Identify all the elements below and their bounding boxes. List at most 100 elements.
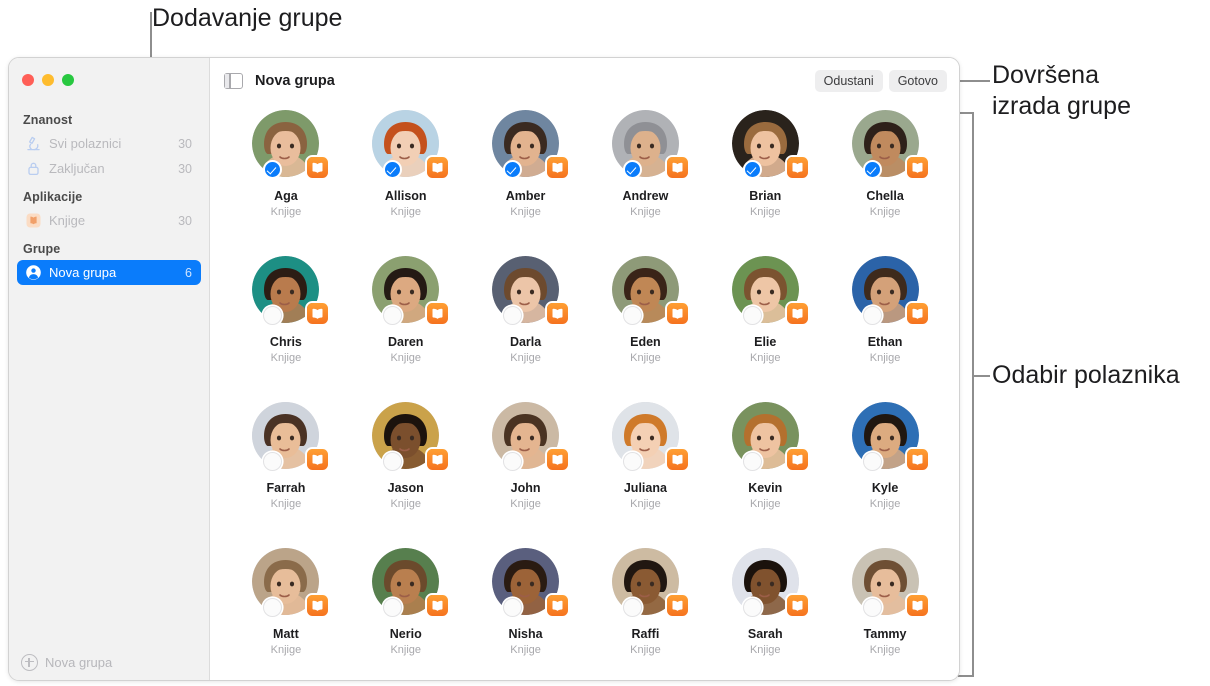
student-name: Sarah — [747, 627, 783, 641]
student-cell[interactable]: Amber Knjige — [471, 110, 581, 256]
student-cell[interactable]: Elie Knjige — [710, 256, 820, 402]
student-cell[interactable]: Matt Knjige — [231, 548, 341, 680]
student-avatar-wrap[interactable] — [611, 110, 688, 179]
checkmark-icon[interactable] — [862, 160, 882, 179]
unchecked-circle-icon[interactable] — [862, 598, 882, 617]
unchecked-circle-icon[interactable] — [503, 452, 523, 471]
student-cell[interactable]: Chris Knjige — [231, 256, 341, 402]
student-cell[interactable]: Andrew Knjige — [590, 110, 700, 256]
sidebar-item-label: Zaključan — [49, 161, 105, 176]
cancel-button[interactable]: Odustani — [814, 70, 883, 92]
unchecked-circle-icon[interactable] — [742, 452, 762, 471]
student-avatar-wrap[interactable] — [252, 402, 329, 471]
sidebar-item-knjige[interactable]: Knjige 30 — [17, 208, 201, 233]
unchecked-circle-icon[interactable] — [503, 598, 523, 617]
close-window-button[interactable] — [22, 74, 34, 86]
student-cell[interactable]: Brian Knjige — [710, 110, 820, 256]
student-app-label: Knjige — [869, 352, 901, 364]
student-avatar-wrap[interactable] — [372, 548, 449, 617]
student-cell[interactable]: Raffi Knjige — [590, 548, 700, 680]
sidebar-item-label: Knjige — [49, 213, 86, 228]
student-avatar-wrap[interactable] — [252, 110, 329, 179]
student-avatar-wrap[interactable] — [492, 110, 569, 179]
student-cell[interactable]: Farrah Knjige — [231, 402, 341, 548]
student-cell[interactable]: John Knjige — [471, 402, 581, 548]
student-avatar-wrap[interactable] — [492, 256, 569, 325]
student-cell[interactable]: Juliana Knjige — [590, 402, 700, 548]
books-app-badge-icon — [307, 157, 329, 178]
minimize-window-button[interactable] — [42, 74, 54, 86]
books-app-icon — [25, 212, 42, 229]
student-avatar-wrap[interactable] — [851, 256, 928, 325]
student-avatar-wrap[interactable] — [372, 256, 449, 325]
screenshot-root: Dodavanje grupe Dovršena izrada grupe Od… — [0, 0, 1210, 686]
student-cell[interactable]: Chella Knjige — [830, 110, 940, 256]
student-avatar-wrap[interactable] — [492, 402, 569, 471]
student-avatar-wrap[interactable] — [252, 548, 329, 617]
student-cell[interactable]: Nisha Knjige — [471, 548, 581, 680]
student-cell[interactable]: Ethan Knjige — [830, 256, 940, 402]
books-app-badge-icon — [307, 449, 329, 470]
student-cell[interactable]: Eden Knjige — [590, 256, 700, 402]
student-cell[interactable]: Tammy Knjige — [830, 548, 940, 680]
unchecked-circle-icon[interactable] — [622, 598, 642, 617]
student-app-label: Knjige — [270, 644, 302, 656]
sidebar-item-svi-polaznici[interactable]: Svi polaznici 30 — [17, 131, 201, 156]
student-avatar-wrap[interactable] — [492, 548, 569, 617]
sidebar-item-nova-grupa[interactable]: Nova grupa 6 — [17, 260, 201, 285]
student-name: Jason — [387, 481, 424, 495]
unchecked-circle-icon[interactable] — [862, 452, 882, 471]
student-avatar-wrap[interactable] — [731, 402, 808, 471]
student-cell[interactable]: Allison Knjige — [351, 110, 461, 256]
student-app-label: Knjige — [270, 206, 302, 218]
sidebar-section-title-grupe: Grupe — [23, 242, 61, 256]
sidebar-new-group-button[interactable]: Nova grupa — [9, 644, 209, 680]
toolbar: Nova grupa Odustani Gotovo — [210, 58, 959, 104]
student-name: Juliana — [623, 481, 667, 495]
student-app-label: Knjige — [749, 206, 781, 218]
student-avatar-wrap[interactable] — [611, 548, 688, 617]
student-avatar-wrap[interactable] — [372, 402, 449, 471]
student-avatar-wrap[interactable] — [731, 110, 808, 179]
student-cell[interactable]: Kyle Knjige — [830, 402, 940, 548]
student-name: Matt — [273, 627, 299, 641]
student-app-label: Knjige — [270, 498, 302, 510]
student-avatar-wrap[interactable] — [851, 402, 928, 471]
books-app-badge-icon — [786, 303, 808, 324]
app-window: Znanost Svi polaznici 30 Zaključan 30 Ap… — [8, 57, 960, 681]
microscope-icon — [25, 135, 42, 152]
student-cell[interactable]: Jason Knjige — [351, 402, 461, 548]
checkmark-icon[interactable] — [503, 160, 523, 179]
student-cell[interactable]: Darla Knjige — [471, 256, 581, 402]
sidebar-item-zakljucan[interactable]: Zaključan 30 — [17, 156, 201, 181]
student-avatar-wrap[interactable] — [372, 110, 449, 179]
student-cell[interactable]: Sarah Knjige — [710, 548, 820, 680]
done-button[interactable]: Gotovo — [888, 70, 947, 92]
checkmark-icon[interactable] — [742, 160, 762, 179]
unchecked-circle-icon[interactable] — [742, 306, 762, 325]
student-avatar-wrap[interactable] — [731, 256, 808, 325]
unchecked-circle-icon[interactable] — [862, 306, 882, 325]
student-cell[interactable]: Aga Knjige — [231, 110, 341, 256]
unchecked-circle-icon[interactable] — [622, 306, 642, 325]
student-cell[interactable]: Nerio Knjige — [351, 548, 461, 680]
sidebar-item-label: Nova grupa — [49, 265, 117, 280]
unchecked-circle-icon[interactable] — [503, 306, 523, 325]
zoom-window-button[interactable] — [62, 74, 74, 86]
unchecked-circle-icon[interactable] — [622, 452, 642, 471]
checkmark-icon[interactable] — [622, 160, 642, 179]
student-avatar-wrap[interactable] — [252, 256, 329, 325]
student-avatar-wrap[interactable] — [731, 548, 808, 617]
callout-select-students-bracket — [972, 112, 974, 676]
callout-bracket-bottom-tick — [958, 675, 974, 677]
sidebar-toggle-icon[interactable] — [224, 73, 243, 89]
unchecked-circle-icon[interactable] — [742, 598, 762, 617]
student-avatar-wrap[interactable] — [851, 548, 928, 617]
student-avatar-wrap[interactable] — [611, 402, 688, 471]
student-cell[interactable]: Daren Knjige — [351, 256, 461, 402]
student-name: Kyle — [871, 481, 899, 495]
student-avatar-wrap[interactable] — [611, 256, 688, 325]
student-avatar-wrap[interactable] — [851, 110, 928, 179]
student-cell[interactable]: Kevin Knjige — [710, 402, 820, 548]
student-name: Ethan — [867, 335, 903, 349]
